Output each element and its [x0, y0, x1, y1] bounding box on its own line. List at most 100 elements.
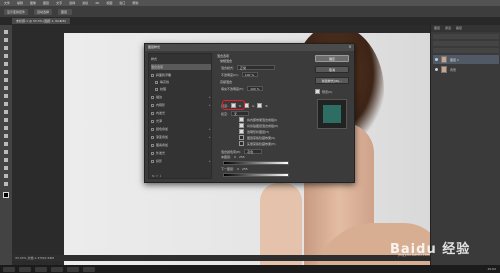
style-item-inner-shadow[interactable]: 内阴影 + [151, 102, 211, 108]
style-item-bevel[interactable]: 斜面和浮雕 [151, 72, 211, 78]
menu-edit[interactable]: 编辑 [17, 1, 23, 5]
layer-lock-control[interactable] [433, 48, 499, 53]
checkbox[interactable] [151, 151, 154, 155]
tab-channels[interactable]: 通道 [445, 26, 451, 31]
path-select-tool-icon[interactable] [3, 157, 9, 163]
style-item-pattern-overlay[interactable]: 图案叠加 [151, 142, 211, 148]
checkbox[interactable] [151, 95, 154, 99]
menu-help[interactable]: 帮助 [132, 1, 138, 5]
vector-mask-hides-checkbox[interactable] [239, 141, 244, 146]
blend-mode-select[interactable]: 正常 [237, 65, 276, 70]
menu-type[interactable]: 文字 [56, 1, 62, 5]
shape-tool-icon[interactable] [3, 165, 9, 171]
tab-paths[interactable]: 路径 [456, 26, 462, 31]
layer-row[interactable]: 图层 1 [433, 55, 499, 64]
add-icon[interactable]: + [208, 159, 211, 163]
add-icon[interactable]: + [208, 95, 211, 99]
close-icon[interactable]: × [348, 45, 352, 49]
visibility-eye-icon[interactable] [435, 68, 438, 71]
menu-3d[interactable]: 3D [95, 1, 99, 5]
taskbar-item[interactable] [19, 266, 31, 272]
style-item-color-overlay[interactable]: 颜色叠加 + [151, 126, 211, 132]
lasso-tool-icon[interactable] [3, 45, 9, 51]
style-item-inner-glow[interactable]: 内发光 [151, 110, 211, 116]
new-style-button[interactable]: 新建样式(W)... [315, 77, 349, 84]
taskbar-item[interactable] [51, 266, 63, 272]
checkbox[interactable] [151, 103, 154, 107]
zoom-tool-icon[interactable] [3, 181, 9, 187]
layer-mask-hides-checkbox[interactable] [239, 135, 244, 140]
gradient-tool-icon[interactable] [3, 117, 9, 123]
clone-stamp-tool-icon[interactable] [3, 93, 9, 99]
fx-icon[interactable]: fx ⇧ ⇩ [152, 174, 162, 178]
knockout-select[interactable]: 无 [231, 111, 250, 116]
taskbar-item[interactable] [83, 266, 95, 272]
document-tab[interactable]: 未标题-1 @ 33.3% (图层 1, RGB/8) [12, 18, 70, 24]
dodge-tool-icon[interactable] [3, 133, 9, 139]
style-item-outer-glow[interactable]: 外发光 [151, 150, 211, 156]
add-icon[interactable]: + [208, 103, 211, 107]
foreground-color-icon[interactable] [2, 191, 10, 199]
menu-select[interactable]: 选择 [69, 1, 75, 5]
taskbar-item[interactable] [67, 266, 79, 272]
layer-row[interactable]: 背景 [433, 65, 499, 74]
checkbox[interactable] [151, 135, 154, 139]
checkbox[interactable] [151, 159, 154, 163]
healing-brush-tool-icon[interactable] [3, 77, 9, 83]
checkbox[interactable] [151, 143, 154, 147]
checkbox[interactable] [151, 127, 154, 131]
style-item-satin[interactable]: 光泽 [151, 118, 211, 124]
style-item-texture[interactable]: 纹理 [155, 86, 211, 92]
add-icon[interactable]: + [208, 127, 211, 131]
layer-blend-control[interactable] [433, 41, 499, 46]
style-item-drop-shadow[interactable]: 投影 + [151, 158, 211, 164]
style-item-gradient-overlay[interactable]: 渐变叠加 + [151, 134, 211, 140]
marquee-tool-icon[interactable] [3, 37, 9, 43]
style-item-blending-options[interactable]: 混合选项 [151, 64, 211, 70]
checkbox[interactable] [155, 80, 158, 84]
style-item-stroke[interactable]: 描边 + [151, 94, 211, 100]
crop-tool-icon[interactable] [3, 61, 9, 67]
pen-tool-icon[interactable] [3, 141, 9, 147]
style-item-styles[interactable]: 样式 [151, 56, 211, 62]
checkbox[interactable] [151, 119, 154, 123]
preview-checkbox[interactable] [315, 89, 320, 94]
this-layer-slider[interactable] [223, 161, 289, 165]
checkbox[interactable] [151, 73, 154, 77]
visibility-eye-icon[interactable] [435, 58, 438, 61]
menu-window[interactable]: 窗口 [119, 1, 125, 5]
history-brush-tool-icon[interactable] [3, 101, 9, 107]
start-button[interactable] [3, 266, 15, 272]
taskbar-item[interactable] [35, 266, 47, 272]
menu-layer[interactable]: 图层 [43, 1, 49, 5]
fill-opacity-input[interactable]: 100 % [247, 86, 264, 91]
layer-filter-control[interactable] [433, 34, 499, 39]
hand-tool-icon[interactable] [3, 173, 9, 179]
magic-wand-tool-icon[interactable] [3, 53, 9, 59]
menu-filter[interactable]: 滤镜 [82, 1, 88, 5]
underlying-layer-slider[interactable] [223, 173, 289, 177]
style-item-contour[interactable]: 等高线 [155, 79, 211, 85]
blend-clipped-checkbox[interactable] [239, 123, 244, 128]
menu-view[interactable]: 视图 [106, 1, 112, 5]
show-transform-button[interactable]: 显示变换控件 [4, 8, 29, 15]
auto-select-button[interactable]: 自动选择 [34, 8, 53, 15]
menu-file[interactable]: 文件 [4, 1, 10, 5]
eraser-tool-icon[interactable] [3, 109, 9, 115]
blend-if-select[interactable]: 灰色 [244, 149, 263, 154]
channel-b-checkbox[interactable] [257, 103, 263, 108]
tab-layers[interactable]: 图层 [434, 26, 440, 31]
cancel-button[interactable]: 取消 [315, 66, 349, 73]
transparency-shapes-checkbox[interactable] [239, 129, 244, 134]
eyedropper-tool-icon[interactable] [3, 69, 9, 75]
menu-image[interactable]: 图像 [30, 1, 36, 5]
type-tool-icon[interactable] [3, 149, 9, 155]
checkbox[interactable] [151, 111, 154, 115]
blend-interior-checkbox[interactable] [239, 117, 244, 122]
layer-select-dropdown[interactable]: 图层 [58, 8, 73, 15]
add-icon[interactable]: + [208, 135, 211, 139]
move-tool-icon[interactable] [3, 29, 9, 35]
checkbox[interactable] [155, 87, 158, 91]
opacity-input[interactable]: 100 % [241, 72, 258, 77]
blur-tool-icon[interactable] [3, 125, 9, 131]
